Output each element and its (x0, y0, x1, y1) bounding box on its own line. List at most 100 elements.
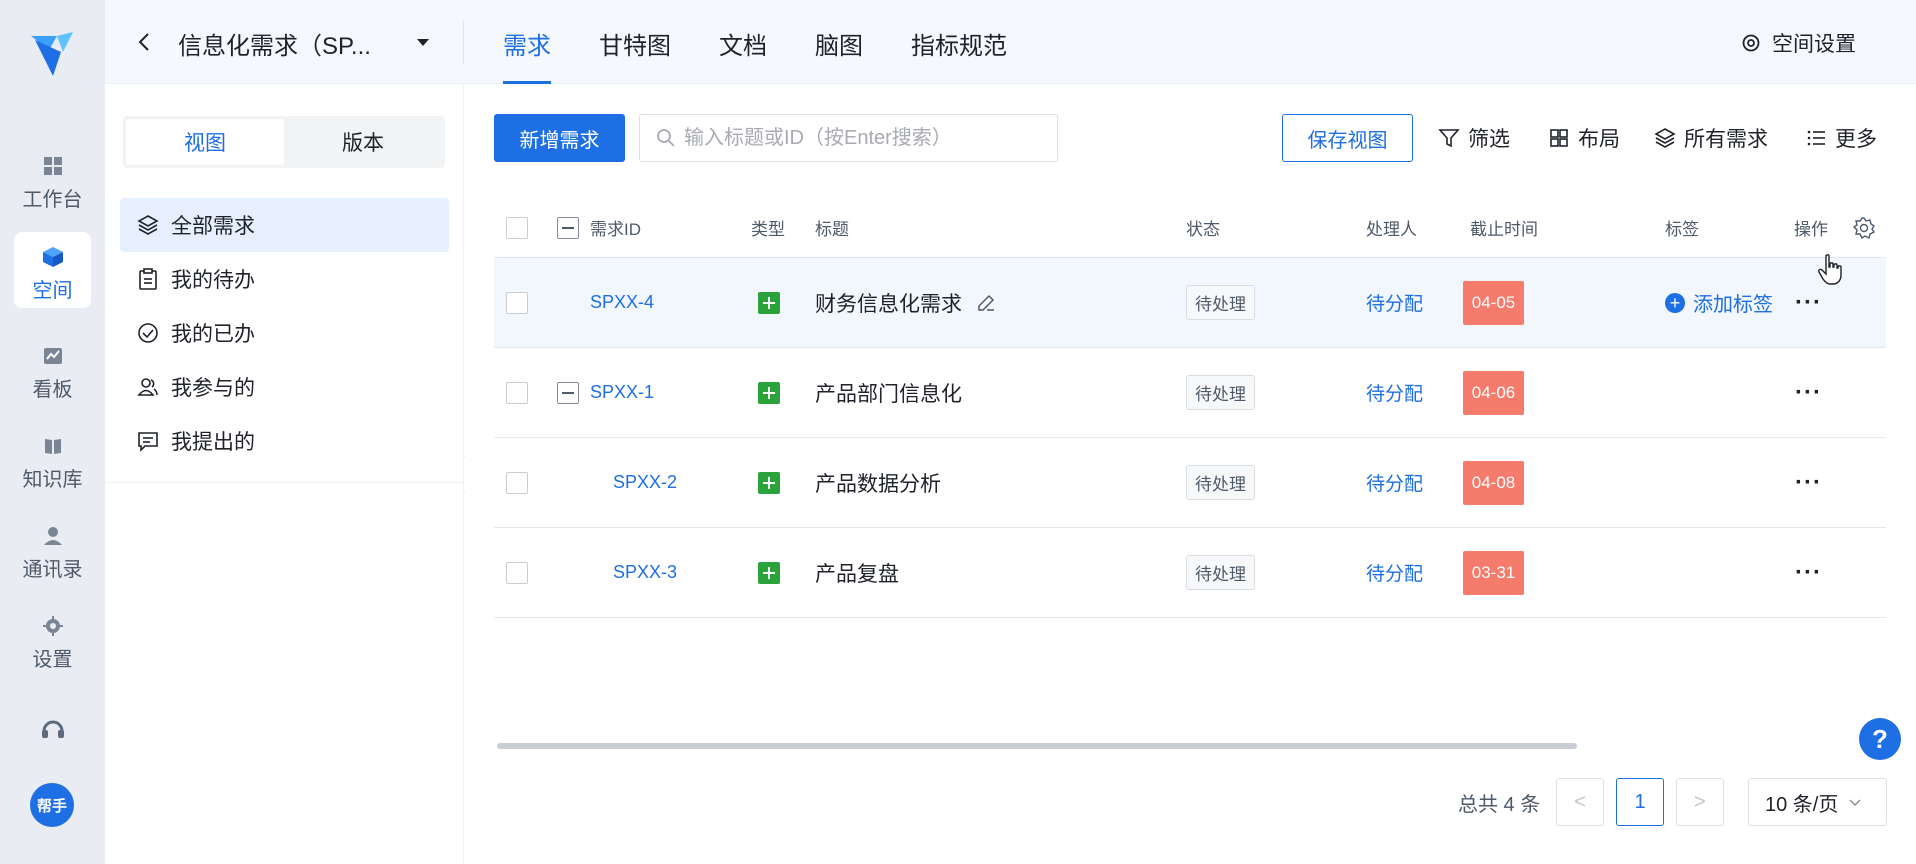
assignee-link[interactable]: 待分配 (1366, 348, 1423, 437)
row-checkbox[interactable] (506, 348, 528, 437)
requirement-id-link[interactable]: SPXX-1 (590, 348, 654, 437)
help-button[interactable]: ? (1859, 718, 1901, 760)
column-header-due[interactable]: 截止时间 (1470, 198, 1538, 257)
search-box[interactable] (639, 114, 1058, 162)
row-checkbox[interactable] (506, 528, 528, 617)
prev-page-button[interactable]: < (1556, 778, 1604, 826)
row-more-button[interactable]: ··· (1795, 528, 1822, 617)
rail-item-board[interactable]: 看板 (14, 331, 91, 407)
collapse-all-toggle[interactable] (557, 198, 579, 257)
table-row[interactable]: SPXX-2 产品数据分析 待处理 待分配 04-08 ··· (494, 438, 1886, 528)
gear-icon (42, 615, 64, 637)
table-header: 需求ID 类型 标题 状态 处理人 截止时间 标签 操作 (494, 198, 1886, 258)
table-row[interactable]: SPXX-4 财务信息化需求 待处理 待分配 04-05 + 添加标签 ··· (494, 258, 1886, 348)
helper-button[interactable]: 帮手 (30, 783, 74, 827)
status-badge[interactable]: 待处理 (1186, 438, 1255, 527)
sidebar-item-submitted[interactable]: 我提出的 (120, 414, 449, 468)
column-header-tags[interactable]: 标签 (1665, 198, 1699, 257)
sidebar-item-todo[interactable]: 我的待办 (120, 252, 449, 306)
row-checkbox[interactable] (506, 258, 528, 347)
filter-button[interactable]: 筛选 (1438, 114, 1510, 162)
segment-view[interactable]: 视图 (126, 119, 284, 165)
requirement-id-link[interactable]: SPXX-2 (613, 438, 677, 527)
search-input[interactable] (684, 126, 1044, 150)
more-options-button[interactable]: 更多 (1805, 114, 1877, 162)
rail-item-knowledge[interactable]: 知识库 (14, 421, 91, 497)
page-size-select[interactable]: 10 条/页 (1748, 778, 1887, 826)
hand-cursor-icon (1818, 254, 1842, 285)
space-settings-button[interactable]: 空间设置 (1740, 28, 1856, 58)
tab-requirements[interactable]: 需求 (503, 0, 551, 84)
column-header-id[interactable]: 需求ID (590, 198, 641, 257)
headset-icon[interactable] (40, 716, 66, 742)
rail-item-settings[interactable]: 设置 (14, 601, 91, 677)
back-icon[interactable] (130, 26, 158, 58)
next-page-button[interactable]: > (1676, 778, 1724, 826)
sidebar-item-done[interactable]: 我的已办 (120, 306, 449, 360)
row-more-button[interactable]: ··· (1795, 438, 1822, 527)
caret-down-icon[interactable] (412, 32, 434, 54)
all-requirements-button[interactable]: 所有需求 (1654, 114, 1768, 162)
collapse-children-toggle[interactable] (557, 348, 579, 437)
due-date[interactable]: 04-08 (1463, 438, 1524, 527)
segment-version[interactable]: 版本 (284, 119, 442, 165)
page-size-label: 10 条/页 (1765, 793, 1839, 816)
requirement-title[interactable]: 财务信息化需求 (815, 258, 996, 347)
new-requirement-button[interactable]: 新增需求 (494, 114, 625, 162)
type-icon (758, 348, 780, 437)
requirement-id-link[interactable]: SPXX-4 (590, 258, 654, 347)
row-checkbox[interactable] (506, 438, 528, 527)
table-row[interactable]: SPXX-3 产品复盘 待处理 待分配 03-31 ··· (494, 528, 1886, 618)
due-date[interactable]: 04-06 (1463, 348, 1524, 437)
status-tag: 待处理 (1186, 555, 1255, 590)
select-all-checkbox[interactable] (506, 198, 528, 257)
layout-button[interactable]: 布局 (1548, 114, 1620, 162)
rail-item-workbench[interactable]: 工作台 (14, 141, 91, 217)
filter-label: 筛选 (1468, 128, 1510, 151)
space-title[interactable]: 信息化需求（SP... (178, 26, 371, 61)
requirement-title[interactable]: 产品复盘 (815, 528, 899, 617)
status-badge[interactable]: 待处理 (1186, 348, 1255, 437)
assignee-link[interactable]: 待分配 (1366, 438, 1423, 527)
users-icon (137, 376, 159, 398)
tab-gantt[interactable]: 甘特图 (599, 0, 671, 84)
column-header-status[interactable]: 状态 (1186, 198, 1220, 257)
view-sidebar: 视图 版本 全部需求 我的待办 我的已办 我参与的 我提出的 (105, 84, 464, 864)
table-row[interactable]: SPXX-1 产品部门信息化 待处理 待分配 04-06 ··· (494, 348, 1886, 438)
status-tag: 待处理 (1186, 465, 1255, 500)
status-badge[interactable]: 待处理 (1186, 258, 1255, 347)
rail-label: 看板 (32, 379, 73, 401)
requirement-id-link[interactable]: SPXX-3 (613, 528, 677, 617)
tab-docs[interactable]: 文档 (719, 0, 767, 84)
app-logo-icon[interactable] (27, 30, 77, 80)
assignee-link[interactable]: 待分配 (1366, 528, 1423, 617)
due-date[interactable]: 04-05 (1463, 258, 1524, 347)
sidebar-item-all[interactable]: 全部需求 (120, 198, 449, 252)
column-header-title[interactable]: 标题 (815, 198, 849, 257)
requirement-title[interactable]: 产品数据分析 (815, 438, 941, 527)
save-view-button[interactable]: 保存视图 (1282, 114, 1413, 162)
tab-mindmap[interactable]: 脑图 (815, 0, 863, 84)
rail-label: 空间 (32, 280, 73, 302)
row-more-button[interactable]: ··· (1795, 348, 1822, 437)
page-1-button[interactable]: 1 (1616, 778, 1664, 826)
sidebar-item-label: 我提出的 (171, 431, 255, 454)
layers-icon (137, 214, 159, 236)
due-date[interactable]: 03-31 (1463, 528, 1524, 617)
assignee-link[interactable]: 待分配 (1366, 258, 1423, 347)
edit-icon[interactable] (976, 293, 996, 313)
add-tag-button[interactable]: + 添加标签 (1665, 258, 1773, 347)
tab-metrics[interactable]: 指标规范 (911, 0, 1007, 84)
rail-item-space[interactable]: 空间 (14, 232, 91, 308)
rail-item-contacts[interactable]: 通讯录 (14, 511, 91, 587)
horizontal-scrollbar[interactable] (497, 743, 1577, 749)
status-badge[interactable]: 待处理 (1186, 528, 1255, 617)
requirement-title[interactable]: 产品部门信息化 (815, 348, 962, 437)
column-header-type[interactable]: 类型 (751, 198, 785, 257)
check-circle-icon (137, 322, 159, 344)
rail-label: 工作台 (22, 189, 83, 211)
column-header-assignee[interactable]: 处理人 (1366, 198, 1417, 257)
sidebar-item-participated[interactable]: 我参与的 (120, 360, 449, 414)
sidebar-item-label: 全部需求 (171, 215, 255, 238)
column-settings-icon[interactable] (1852, 198, 1876, 257)
